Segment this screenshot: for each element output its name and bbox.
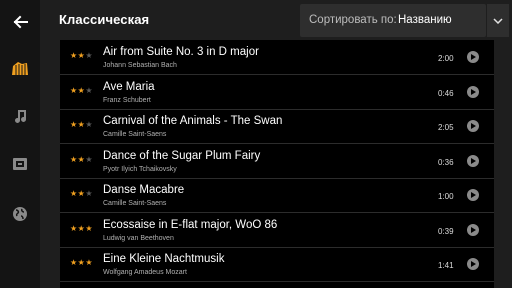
- song-duration: 1:00: [438, 192, 454, 201]
- list-item[interactable]: ★★★ Danse Macabre Camille Saint-Saens 1:00: [60, 178, 494, 213]
- star-icon: ★: [85, 223, 94, 233]
- song-list[interactable]: ★ ★ ★ Air from Suite No. 3 in D major Johann…: [60, 40, 494, 288]
- list-item[interactable]: ★★★ Dance of the Sugar Plum Fairy Pyotr Il…: [60, 144, 494, 179]
- chevron-down-icon: [493, 17, 503, 24]
- play-icon: [470, 157, 476, 164]
- star-icon: ★: [70, 51, 78, 60]
- rating-stars: ★★★: [70, 120, 93, 129]
- back-button[interactable]: [6, 8, 34, 36]
- play-button[interactable]: [467, 223, 479, 236]
- sidebar-item-video[interactable]: [8, 152, 32, 176]
- sort-label: Сортировать по:: [309, 14, 397, 26]
- song-artist: Camille Saint-Saens: [103, 200, 167, 207]
- star-icon: ★: [85, 51, 94, 60]
- page-title: Классическая: [59, 12, 150, 27]
- rating-stars: ★★★: [70, 51, 93, 60]
- back-arrow-icon: [13, 15, 28, 29]
- song-artist: Ludwig van Beethoven: [103, 234, 174, 242]
- star-icon: ★: [85, 154, 94, 164]
- play-button[interactable]: [467, 51, 479, 63]
- song-duration: 2:00: [438, 54, 454, 63]
- star-icon: ★: [85, 189, 94, 198]
- play-icon: [470, 88, 476, 95]
- song-duration: 0:36: [438, 157, 454, 167]
- rating-stars: ★★★: [70, 155, 93, 164]
- rating-stars: ★★★: [70, 189, 93, 198]
- list-item[interactable]: ★★★ Eine Kleine Nachtmusik Wolfgang Amadeu…: [60, 247, 494, 282]
- star-icon: ★: [70, 154, 78, 164]
- song-duration: 2:05: [438, 123, 454, 132]
- list-item[interactable]: ★★★ Ave Maria Franz Schubert 0:46: [60, 75, 494, 110]
- star-icon: ★: [70, 120, 78, 129]
- star-icon: ★: [85, 120, 94, 129]
- play-icon: [470, 192, 476, 198]
- list-item[interactable]: ★★★ Carnival of the Animals - The Swan Cam…: [60, 109, 494, 144]
- sort-dropdown[interactable]: Сортировать по: Названию: [300, 4, 486, 37]
- play-button[interactable]: [467, 120, 479, 132]
- play-button[interactable]: [467, 85, 479, 98]
- sidebar-item-classical[interactable]: [8, 56, 32, 80]
- song-title: Ave Maria: [103, 80, 155, 93]
- star-icon: ★: [70, 85, 78, 95]
- song-artist: Pyotr Ilyich Tchaikovsky: [103, 165, 177, 173]
- song-artist: Johann Sebastian Bach: [103, 62, 177, 69]
- sidebar: [0, 0, 40, 288]
- list-item[interactable]: ★★★ Ecossaise in E-flat major, WoO 86 Ludw…: [60, 213, 494, 248]
- song-duration: 1:41: [438, 261, 454, 270]
- star-icon: ★: [70, 258, 78, 267]
- sort-value: Названию: [398, 14, 452, 26]
- play-button[interactable]: [467, 258, 479, 270]
- rating-stars: ★★★: [70, 224, 93, 233]
- music-note-icon: [15, 110, 26, 123]
- play-icon: [470, 226, 476, 233]
- song-artist: Camille Saint-Saens: [103, 131, 167, 138]
- star-icon: ★: [85, 258, 94, 267]
- play-icon: [470, 54, 476, 60]
- play-button[interactable]: [467, 189, 479, 201]
- song-title: Danse Macabre: [103, 184, 185, 196]
- song-artist: Franz Schubert: [103, 96, 151, 104]
- song-title: Ecossaise in E-flat major, WoO 86: [103, 218, 278, 231]
- rating-stars: ★★★: [70, 258, 93, 267]
- star-icon: ★: [85, 85, 94, 95]
- song-title: Eine Kleine Nachtmusik: [103, 253, 225, 265]
- song-duration: 0:46: [438, 88, 454, 98]
- sidebar-item-world[interactable]: [8, 202, 32, 226]
- rating-stars: ★★★: [70, 86, 93, 95]
- star-icon: ★: [70, 223, 78, 233]
- sidebar-item-music[interactable]: [8, 104, 32, 128]
- list-item[interactable]: ★★★ Air from Suite No. 3 in D major Johann…: [60, 40, 494, 75]
- play-button[interactable]: [467, 154, 479, 167]
- song-title: Carnival of the Animals - The Swan: [103, 115, 283, 127]
- globe-icon: [13, 207, 27, 221]
- song-title: Air from Suite No. 3 in D major: [103, 46, 259, 58]
- play-icon: [470, 123, 476, 129]
- video-icon: [13, 158, 27, 170]
- song-duration: 0:39: [438, 226, 454, 236]
- sort-dropdown-toggle[interactable]: [486, 4, 509, 37]
- song-title: Dance of the Sugar Plum Fairy: [103, 149, 261, 162]
- song-artist: Wolfgang Amadeus Mozart: [103, 269, 187, 276]
- star-icon: ★: [70, 189, 78, 198]
- harp-icon: [12, 62, 28, 75]
- play-icon: [470, 261, 476, 267]
